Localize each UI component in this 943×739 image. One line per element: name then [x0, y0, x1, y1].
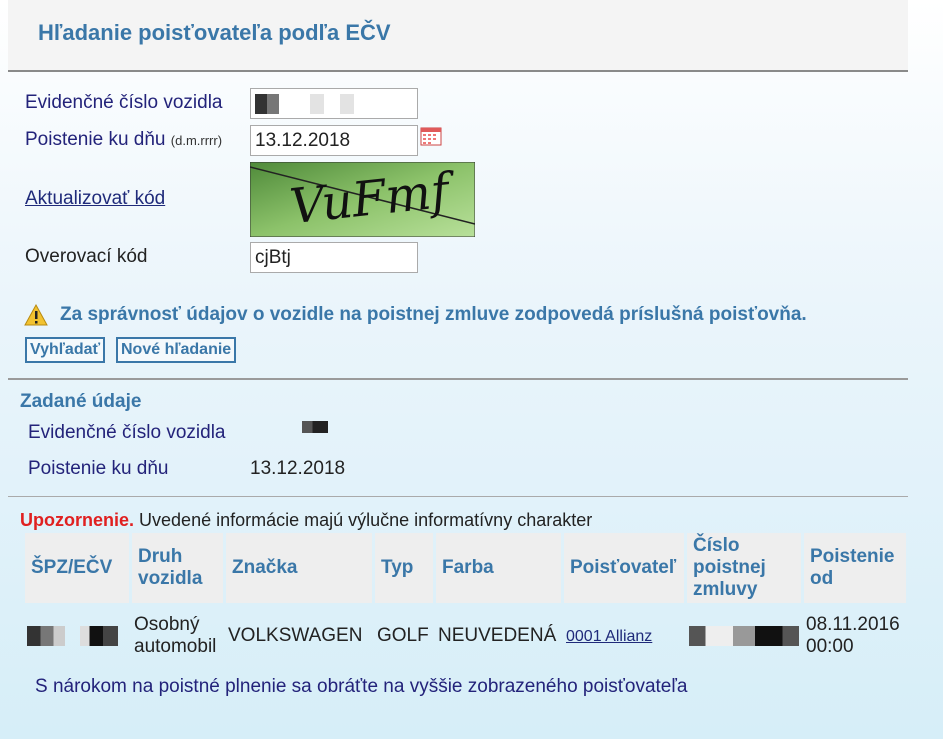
date-format-hint: (d.m.rrrr) [170, 133, 223, 148]
footer-note: S nárokom na poistné plnenie sa obráťte … [35, 676, 688, 697]
cell-typ: GOLF [377, 625, 429, 646]
new-search-button[interactable]: Nové hľadanie [116, 337, 237, 363]
cell-poistovatel: 0001 Allianz [564, 603, 684, 669]
verify-code-input[interactable]: cjBtj [250, 242, 418, 273]
cell-poistenie-od: 08.11.2016 00:00 [806, 614, 900, 657]
redacted-spz [80, 625, 119, 646]
warning-icon [24, 304, 48, 326]
col-header-spz: ŠPZ/EČV [25, 533, 129, 603]
results-table: ŠPZ/EČV Druh vozidla Značka Typ Farba Po… [22, 533, 909, 669]
col-header-znacka: Značka [226, 533, 372, 603]
date-input[interactable]: 13.12.2018 [250, 125, 418, 156]
notice: Upozornenie. Uvedené informácie majú výl… [20, 510, 592, 531]
notice-prefix: Upozornenie. [20, 510, 135, 530]
captcha-image: VuFmf [250, 162, 475, 237]
ecv-label: Evidenčné číslo vozidla [25, 92, 223, 113]
entered-date-label: Poistenie ku dňu [28, 458, 169, 479]
entered-date-value: 13.12.2018 [250, 458, 346, 479]
redacted-spz [27, 625, 65, 646]
cell-cislo-zmluvy [687, 603, 801, 669]
entered-data-title: Zadané údaje [20, 391, 142, 412]
insurer-link[interactable]: 0001 Allianz [566, 628, 652, 645]
cell-znacka: VOLKSWAGEN [228, 625, 363, 646]
redacted-ecv [302, 421, 328, 433]
entered-ecv-label: Evidenčné číslo vozidla [28, 422, 226, 443]
table-header-row: ŠPZ/EČV Druh vozidla Značka Typ Farba Po… [25, 533, 906, 603]
redacted-ecv [255, 93, 295, 114]
redacted-ecv [310, 93, 325, 114]
col-header-farba: Farba [436, 533, 561, 603]
page-title: Hľadanie poisťovateľa podľa EČV [38, 20, 391, 45]
divider [8, 378, 908, 380]
warning-text: Za správnosť údajov o vozidle na poistne… [60, 304, 807, 325]
redacted-ecv [339, 93, 354, 114]
calendar-icon[interactable] [420, 126, 442, 146]
col-header-poistenie-od: Poistenie od [804, 533, 906, 603]
verify-label: Overovací kód [25, 246, 148, 267]
table-row: Osobný automobil VOLKSWAGEN GOLF NEUVEDE… [25, 603, 906, 669]
page-header: Hľadanie poisťovateľa podľa EČV [8, 0, 908, 72]
cell-spz [25, 603, 129, 669]
cell-druh: Osobný automobil [134, 614, 217, 657]
date-label-text: Poistenie ku dňu [25, 129, 166, 150]
col-header-poistovatel: Poisťovateľ [564, 533, 684, 603]
refresh-code-link[interactable]: Aktualizovať kód [25, 188, 165, 210]
warning-row: Za správnosť údajov o vozidle na poistne… [24, 304, 807, 326]
col-header-typ: Typ [375, 533, 433, 603]
col-header-druh: Druh vozidla [132, 533, 223, 603]
divider [8, 496, 908, 497]
redacted-contract-number [689, 625, 799, 646]
col-header-cislo-zmluvy: Číslo poistnej zmluvy [687, 533, 801, 603]
cell-farba: NEUVEDENÁ [438, 625, 557, 646]
ecv-input[interactable] [250, 88, 418, 119]
search-button[interactable]: Vyhľadať [25, 337, 106, 363]
notice-text: Uvedené informácie majú výlučne informat… [139, 510, 593, 530]
date-label: Poistenie ku dňu (d.m.rrrr) [25, 129, 222, 151]
